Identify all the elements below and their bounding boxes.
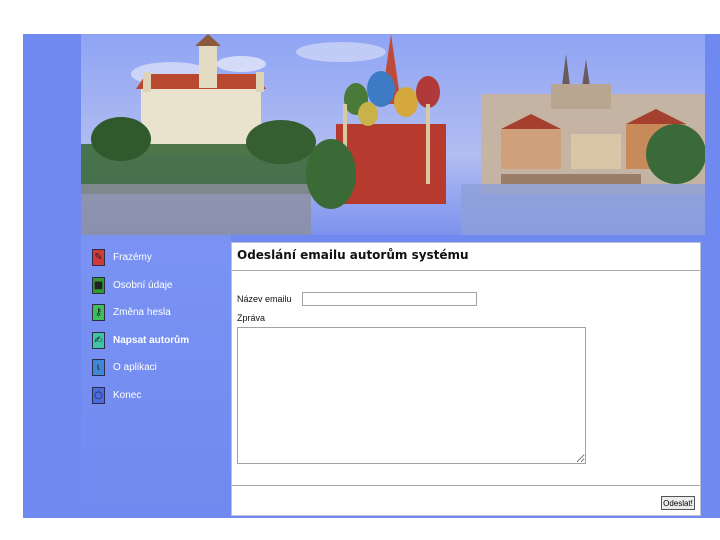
person-card-icon: ■ (92, 277, 105, 294)
title-divider (232, 270, 700, 271)
sidebar-item-label: Napsat autorům (113, 335, 190, 346)
send-button[interactable]: Odeslat! (661, 496, 695, 510)
header-banner-image (81, 34, 705, 235)
exit-icon: ○ (92, 387, 105, 404)
sidebar-item-osobni-udaje[interactable]: ■ Osobní údaje (92, 277, 173, 294)
sidebar-item-konec[interactable]: ○ Konec (92, 387, 141, 404)
email-form-panel: Odeslání emailu autorům systému Název em… (231, 242, 701, 516)
email-name-label: Název emailu (237, 294, 292, 304)
sidebar-item-label: Změna hesla (113, 307, 171, 318)
sidebar-item-frazemy[interactable]: ✎ Frazémy (92, 249, 152, 266)
sidebar-item-o-aplikaci[interactable]: ɩ O aplikaci (92, 359, 157, 376)
message-label: Zpráva (237, 313, 266, 323)
sidebar-item-zmena-hesla[interactable]: ⚷ Změna hesla (92, 304, 171, 321)
sidebar-item-napsat-autorum[interactable]: ✍ Napsat autorům (92, 332, 189, 349)
sidebar-item-label: Konec (113, 390, 142, 401)
sidebar-menu: ✎ Frazémy ■ Osobní údaje ⚷ Změna hesla ✍… (81, 235, 231, 518)
info-icon: ɩ (92, 359, 105, 376)
page-title: Odeslání emailu autorům systému (237, 248, 469, 262)
phrase-book-icon: ✎ (92, 249, 105, 266)
sidebar-item-label: Frazémy (113, 252, 152, 263)
pen-icon: ✍ (92, 332, 105, 349)
key-icon: ⚷ (92, 304, 105, 321)
sidebar-item-label: O aplikaci (113, 362, 157, 373)
email-name-input[interactable] (302, 292, 477, 306)
footer-divider (232, 485, 700, 486)
message-textarea[interactable] (237, 327, 586, 464)
sidebar-item-label: Osobní údaje (113, 280, 173, 291)
